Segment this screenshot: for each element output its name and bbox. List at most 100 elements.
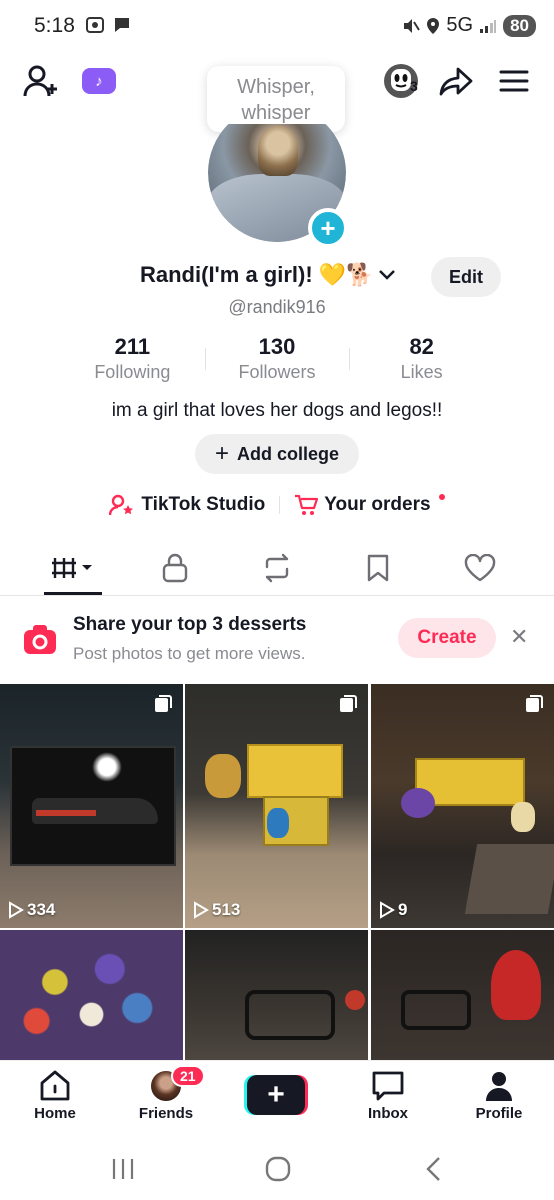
whisper-bubble[interactable]: Whisper, whisper xyxy=(207,66,345,132)
close-icon[interactable]: ✕ xyxy=(510,624,528,650)
play-icon xyxy=(380,901,395,919)
chevron-down-icon xyxy=(378,270,395,280)
stat-value: 82 xyxy=(409,334,434,359)
home-button-icon[interactable] xyxy=(264,1155,292,1183)
story-avatar-button[interactable]: 3 xyxy=(378,62,424,100)
video-thumbnail[interactable] xyxy=(185,930,368,1060)
status-bar: 5:18 5G 80 xyxy=(0,0,554,52)
stat-following[interactable]: 211 Following xyxy=(60,334,205,390)
cart-icon xyxy=(295,494,319,515)
multi-photo-icon xyxy=(340,695,357,712)
screenshot-icon xyxy=(86,17,104,33)
create-video-button[interactable]: + xyxy=(244,1075,308,1115)
add-story-button[interactable]: + xyxy=(308,208,348,248)
active-tab-underline xyxy=(44,592,102,595)
nav-inbox-label: Inbox xyxy=(368,1105,408,1122)
stat-followers[interactable]: 130 Followers xyxy=(204,334,350,390)
play-icon xyxy=(194,901,209,919)
stat-label: Followers xyxy=(238,362,316,382)
tab-private[interactable] xyxy=(145,550,205,586)
add-friend-button[interactable] xyxy=(22,64,62,98)
display-name: Randi(I'm a girl)! 💛🐕 xyxy=(140,262,374,287)
nav-inbox[interactable]: Inbox xyxy=(343,1069,433,1122)
nav-home-label: Home xyxy=(34,1105,76,1122)
lock-icon xyxy=(162,553,188,583)
edit-profile-button[interactable]: Edit xyxy=(431,257,501,297)
view-count: 9 xyxy=(398,900,408,919)
heart-icon xyxy=(464,554,496,582)
add-college-button[interactable]: + Add college xyxy=(195,434,359,474)
video-thumbnail[interactable]: 513 xyxy=(185,684,368,928)
status-time: 5:18 xyxy=(34,14,75,37)
promo-subtitle: Post photos to get more views. xyxy=(73,644,306,663)
plus-icon: + xyxy=(214,440,229,467)
stat-value: 130 xyxy=(258,334,296,359)
nav-profile[interactable]: Profile xyxy=(454,1069,544,1122)
add-person-icon xyxy=(23,65,57,97)
tiktok-studio-label: TikTok Studio xyxy=(141,494,266,515)
friends-badge: 21 xyxy=(171,1065,205,1087)
recent-apps-icon[interactable] xyxy=(110,1156,136,1182)
stat-value: 211 xyxy=(114,334,151,359)
video-thumbnail[interactable]: 334 xyxy=(0,684,183,928)
tab-liked[interactable] xyxy=(450,550,510,586)
your-orders-link[interactable]: Your orders xyxy=(294,494,445,516)
battery-indicator: 80 xyxy=(503,14,536,37)
tab-saved[interactable] xyxy=(348,550,408,586)
tab-videos[interactable] xyxy=(44,550,104,586)
promo-title: Share your top 3 desserts xyxy=(73,614,307,635)
home-icon xyxy=(40,1070,70,1101)
view-count: 334 xyxy=(27,900,56,919)
plus-icon: + xyxy=(267,1078,285,1111)
creator-links-row: TikTok Studio Your orders xyxy=(0,494,554,516)
add-college-label: Add college xyxy=(237,443,340,464)
video-thumbnail[interactable]: 9 xyxy=(371,684,554,928)
video-thumbnail[interactable] xyxy=(371,930,554,1060)
share-profile-button[interactable] xyxy=(436,62,476,100)
system-nav-bar xyxy=(0,1140,554,1200)
hamburger-menu-icon xyxy=(499,70,529,92)
tab-reposts[interactable] xyxy=(247,550,307,586)
signal-icon xyxy=(480,19,497,33)
nav-profile-label: Profile xyxy=(475,1105,523,1122)
chat-bubble-icon xyxy=(115,18,129,32)
video-thumbnail[interactable] xyxy=(0,930,183,1060)
your-orders-label: Your orders xyxy=(324,494,431,515)
plus-icon: + xyxy=(320,213,336,243)
profile-stats: 211 Following 130 Followers 82 Likes xyxy=(60,334,494,390)
story-count: 3 xyxy=(410,78,418,94)
stat-likes[interactable]: 82 Likes xyxy=(349,334,494,390)
nav-friends-label: Friends xyxy=(138,1105,194,1122)
username: @randik916 xyxy=(228,297,326,317)
bookmark-icon xyxy=(367,554,389,582)
tiktok-studio-link[interactable]: TikTok Studio xyxy=(109,494,265,516)
share-arrow-icon xyxy=(439,67,473,96)
multi-photo-icon xyxy=(526,695,543,712)
view-count: 513 xyxy=(212,900,241,919)
bottom-nav: Home 21 Friends + Inbox Profile xyxy=(0,1060,554,1140)
nav-friends[interactable]: 21 Friends xyxy=(121,1065,211,1122)
nav-home[interactable]: Home xyxy=(10,1069,100,1122)
video-grid-icon xyxy=(52,558,92,578)
stat-label: Following xyxy=(94,362,171,382)
notification-dot xyxy=(438,494,445,500)
stat-label: Likes xyxy=(400,362,443,382)
menu-button[interactable] xyxy=(496,64,532,98)
profile-tabs xyxy=(0,542,554,596)
multi-photo-icon xyxy=(155,695,172,712)
profile-icon xyxy=(486,1072,512,1101)
camera-icon xyxy=(24,625,56,654)
tiktok-coin-button[interactable]: ♪ xyxy=(82,68,116,94)
mute-icon xyxy=(404,18,421,33)
back-icon[interactable] xyxy=(424,1155,444,1183)
location-icon xyxy=(427,17,440,34)
promo-banner: Share your top 3 desserts Post photos to… xyxy=(0,598,554,682)
studio-person-star-icon xyxy=(109,494,134,516)
network-label: 5G xyxy=(446,14,474,36)
inbox-icon xyxy=(372,1071,404,1101)
repost-icon xyxy=(265,553,289,583)
create-button[interactable]: Create xyxy=(398,618,496,658)
profile-bio: im a girl that loves her dogs and legos!… xyxy=(111,400,443,421)
display-name-row[interactable]: Randi(I'm a girl)! 💛🐕 xyxy=(140,262,396,288)
play-icon xyxy=(9,901,24,919)
